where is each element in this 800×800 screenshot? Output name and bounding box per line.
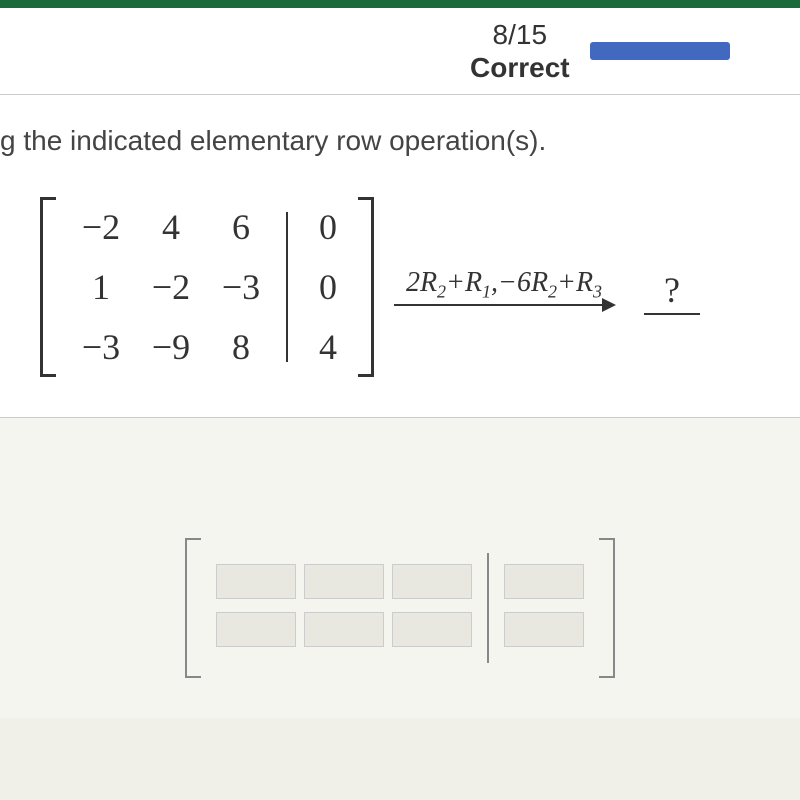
left-bracket <box>40 197 56 377</box>
matrix-coefficients: −2 4 6 1 −2 −3 −3 −9 8 <box>66 197 276 377</box>
answer-input-grid-right <box>504 564 584 652</box>
progress-bar <box>590 42 730 60</box>
matrix-expression: −2 4 6 1 −2 −3 −3 −9 8 0 0 4 <box>0 197 800 377</box>
input-1-1[interactable] <box>304 612 384 647</box>
cell-1-2: −3 <box>206 266 276 308</box>
score-fraction: 8/15 <box>470 18 570 52</box>
operation-label: 2R2+R1,−6R2+R3 <box>406 267 602 303</box>
cell-0-1: 4 <box>136 206 206 248</box>
cell-0-2: 6 <box>206 206 276 248</box>
answer-right-bracket <box>599 538 615 678</box>
cell-2-0: −3 <box>66 326 136 368</box>
right-bracket <box>358 197 374 377</box>
question-content: g the indicated elementary row operation… <box>0 95 800 418</box>
status-label: Correct <box>470 52 570 84</box>
matrix-divider <box>286 212 288 362</box>
top-green-bar <box>0 0 800 8</box>
aug-0: 0 <box>308 206 348 248</box>
cell-2-2: 8 <box>206 326 276 368</box>
matrix-constants: 0 0 4 <box>308 197 348 377</box>
answer-matrix <box>185 538 615 678</box>
answer-input-grid-left <box>216 564 472 652</box>
input-0-2[interactable] <box>392 564 472 599</box>
input-1-2[interactable] <box>392 612 472 647</box>
aug-1: 0 <box>308 266 348 308</box>
score-section: 8/15 Correct <box>470 18 570 84</box>
answer-left-bracket <box>185 538 201 678</box>
header-bar: 8/15 Correct <box>0 8 800 95</box>
cell-2-1: −9 <box>136 326 206 368</box>
input-0-1[interactable] <box>304 564 384 599</box>
cell-1-1: −2 <box>136 266 206 308</box>
arrow-icon <box>394 304 614 306</box>
cell-0-0: −2 <box>66 206 136 248</box>
input-0-0[interactable] <box>216 564 296 599</box>
input-1-0[interactable] <box>216 612 296 647</box>
answer-divider <box>487 553 489 663</box>
augmented-matrix: −2 4 6 1 −2 −3 −3 −9 8 0 0 4 <box>40 197 374 377</box>
aug-2: 4 <box>308 326 348 368</box>
input-aug-1[interactable] <box>504 612 584 647</box>
question-text: g the indicated elementary row operation… <box>0 125 800 157</box>
result-placeholder: ? <box>644 269 700 315</box>
answer-area <box>0 418 800 718</box>
cell-1-0: 1 <box>66 266 136 308</box>
input-aug-0[interactable] <box>504 564 584 599</box>
row-operation: 2R2+R1,−6R2+R3 <box>394 267 614 307</box>
